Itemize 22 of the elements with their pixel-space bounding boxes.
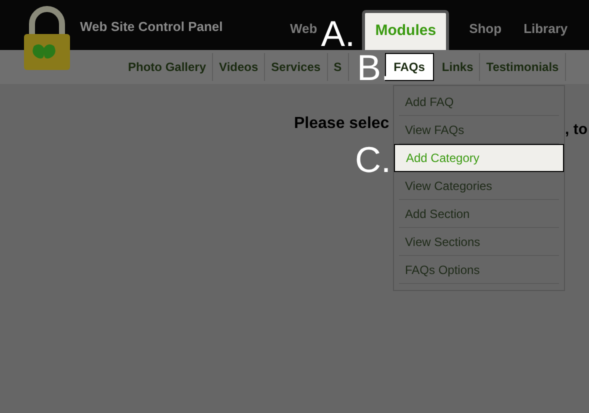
subnav-tab[interactable]: Services [265,53,328,81]
panel-title: Web Site Control Panel [80,18,224,36]
subnav-tab[interactable]: S [328,53,349,81]
top-tab[interactable]: Shop [467,10,504,50]
subnav-tab[interactable]: Photo Gallery [122,53,214,81]
menu-item[interactable]: Add FAQ [399,88,559,116]
menu-item[interactable]: View Categories [399,172,559,200]
top-tab[interactable]: Web [288,10,320,50]
subnav-tab[interactable]: Testimonials [480,53,566,81]
page-heading: Please selec [294,114,390,134]
subnav-tab[interactable]: FAQs [384,53,434,81]
menu-item[interactable]: FAQs Options [399,256,559,284]
top-tab[interactable]: Modules [362,10,450,50]
annotation-label: C. [355,140,391,180]
top-tab[interactable]: Library [522,10,570,50]
page-heading: , to [565,120,588,140]
subnav-tab[interactable]: Links [436,53,480,81]
menu-item[interactable]: View Sections [399,228,559,256]
menu-item[interactable]: Add Section [399,200,559,228]
subnav-tab[interactable]: Videos [213,53,266,81]
annotation-label: A. [321,14,356,54]
menu-item[interactable]: Add Category [394,144,564,172]
